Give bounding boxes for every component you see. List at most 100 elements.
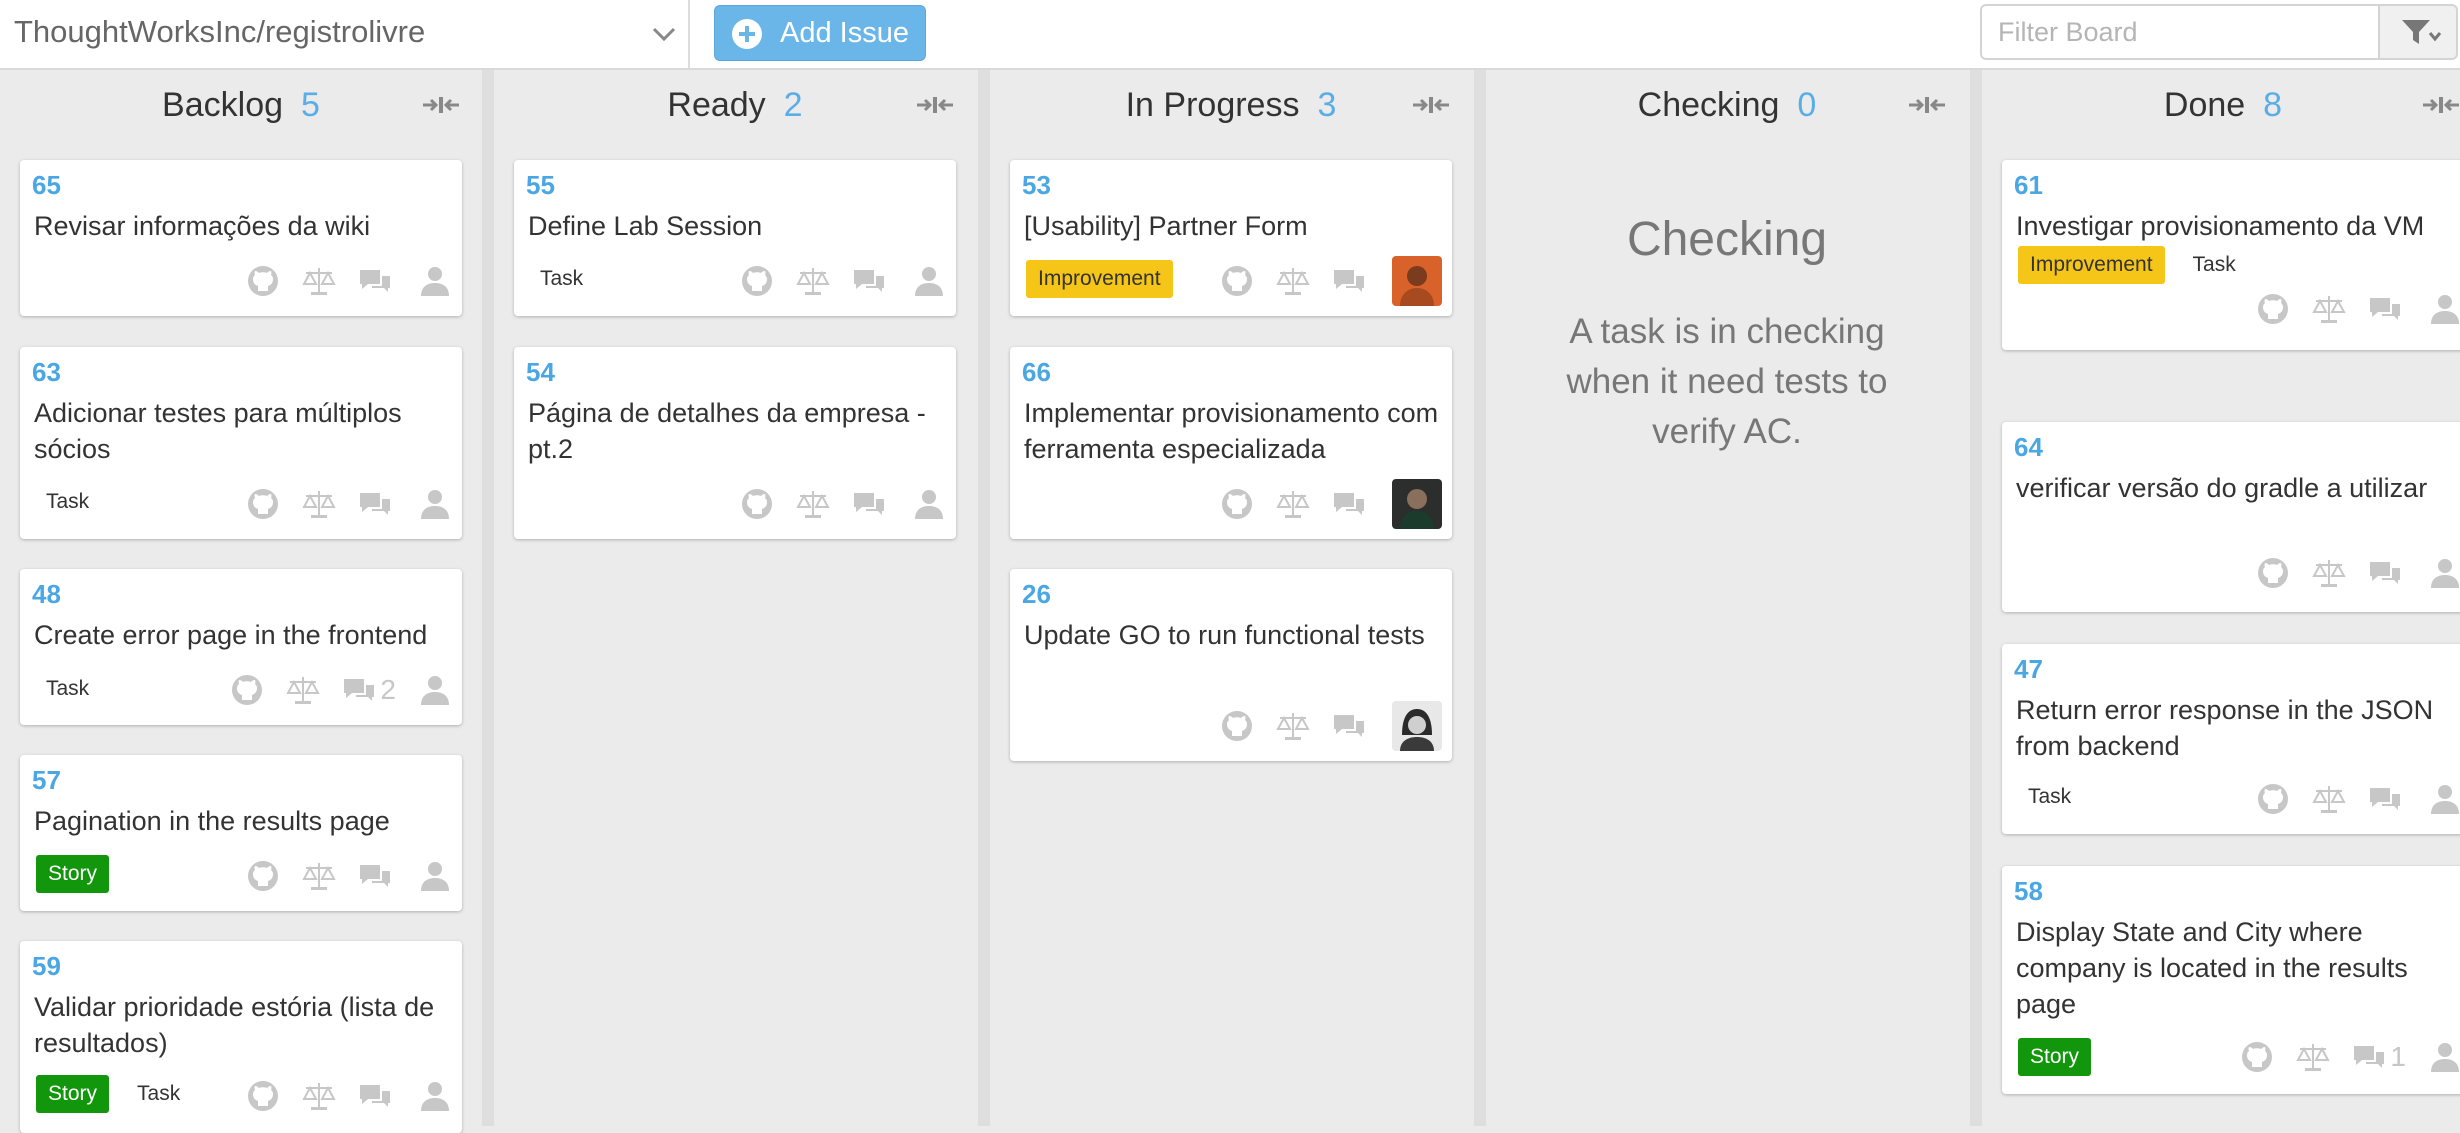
issue-card[interactable]: 57 Pagination in the results page Story <box>20 755 462 911</box>
github-icon[interactable] <box>230 673 264 707</box>
scales-icon[interactable] <box>2312 782 2346 816</box>
issue-number[interactable]: 26 <box>1022 579 1051 610</box>
collapse-icon[interactable] <box>1908 94 1946 116</box>
label-task[interactable]: Task <box>127 1075 190 1113</box>
user-icon[interactable] <box>418 487 452 521</box>
issue-number[interactable]: 63 <box>32 357 61 388</box>
github-icon[interactable] <box>740 487 774 521</box>
user-icon[interactable] <box>2428 556 2460 590</box>
label-story[interactable]: Story <box>36 855 110 893</box>
add-issue-button[interactable]: Add Issue <box>714 5 926 61</box>
scales-icon[interactable] <box>1276 709 1310 743</box>
github-icon[interactable] <box>246 264 280 298</box>
issue-card[interactable]: 54 Página de detalhes da empresa - pt.2 <box>514 347 956 539</box>
issue-card[interactable]: 64 verificar versão do gradle a utilizar <box>2002 422 2460 612</box>
scales-icon[interactable] <box>302 264 336 298</box>
issue-card[interactable]: 48 Create error page in the frontend Tas… <box>20 569 462 725</box>
issue-card[interactable]: 55 Define Lab Session Task <box>514 160 956 316</box>
scales-icon[interactable] <box>286 673 321 707</box>
user-icon[interactable] <box>418 859 452 893</box>
comments[interactable]: 2 <box>342 673 396 707</box>
issue-card[interactable]: 65 Revisar informações da wiki <box>20 160 462 316</box>
issue-number[interactable]: 53 <box>1022 170 1051 201</box>
comments[interactable] <box>852 264 890 298</box>
comments[interactable] <box>358 1079 396 1113</box>
filter-board-input[interactable] <box>1980 4 2380 60</box>
label-task[interactable]: Task <box>530 260 593 298</box>
scales-icon[interactable] <box>1276 487 1310 521</box>
issue-number[interactable]: 54 <box>526 357 555 388</box>
github-icon[interactable] <box>1220 709 1254 743</box>
comments[interactable] <box>2368 556 2406 590</box>
label-improvement[interactable]: Improvement <box>1026 260 1173 298</box>
comments[interactable] <box>1332 487 1370 521</box>
user-icon[interactable] <box>912 264 946 298</box>
collapse-icon[interactable] <box>916 94 954 116</box>
comments[interactable] <box>358 487 396 521</box>
assignee-avatar[interactable] <box>1392 479 1442 529</box>
user-icon[interactable] <box>418 1079 452 1113</box>
user-icon[interactable] <box>2428 1040 2460 1074</box>
issue-number[interactable]: 47 <box>2014 654 2043 685</box>
github-icon[interactable] <box>2256 782 2290 816</box>
label-story[interactable]: Story <box>2018 1038 2092 1076</box>
issue-number[interactable]: 59 <box>32 951 61 982</box>
github-icon[interactable] <box>246 1079 280 1113</box>
issue-number[interactable]: 66 <box>1022 357 1051 388</box>
label-task[interactable]: Task <box>2018 778 2081 816</box>
github-icon[interactable] <box>1220 264 1254 298</box>
scales-icon[interactable] <box>796 487 830 521</box>
github-icon[interactable] <box>246 859 280 893</box>
issue-card[interactable]: 47 Return error response in the JSON fro… <box>2002 644 2460 834</box>
comments[interactable] <box>852 487 890 521</box>
comments[interactable] <box>358 264 396 298</box>
label-story[interactable]: Story <box>36 1075 110 1113</box>
github-icon[interactable] <box>1220 487 1254 521</box>
comments[interactable] <box>2368 292 2406 326</box>
collapse-icon[interactable] <box>2422 94 2460 116</box>
issue-number[interactable]: 58 <box>2014 876 2043 907</box>
scales-icon[interactable] <box>302 1079 336 1113</box>
scales-icon[interactable] <box>2312 556 2346 590</box>
comments[interactable] <box>2368 782 2406 816</box>
label-improvement[interactable]: Improvement <box>2018 246 2165 284</box>
comments[interactable]: 1 <box>2352 1040 2406 1074</box>
repo-selector[interactable]: ThoughtWorksInc/registrolivre <box>0 0 690 68</box>
label-task[interactable]: Task <box>36 670 99 708</box>
comments[interactable] <box>358 859 396 893</box>
scales-icon[interactable] <box>302 859 336 893</box>
label-task[interactable]: Task <box>2183 246 2246 284</box>
label-task[interactable]: Task <box>36 483 99 521</box>
github-icon[interactable] <box>2240 1040 2274 1074</box>
issue-card[interactable]: 66 Implementar provisionamento com ferra… <box>1010 347 1452 539</box>
issue-card[interactable]: 63 Adicionar testes para múltiplos sócio… <box>20 347 462 539</box>
issue-number[interactable]: 65 <box>32 170 61 201</box>
issue-number[interactable]: 64 <box>2014 432 2043 463</box>
user-icon[interactable] <box>418 264 452 298</box>
user-icon[interactable] <box>418 673 452 707</box>
collapse-icon[interactable] <box>422 94 460 116</box>
scales-icon[interactable] <box>2312 292 2346 326</box>
comments[interactable] <box>1332 709 1370 743</box>
github-icon[interactable] <box>246 487 280 521</box>
issue-number[interactable]: 61 <box>2014 170 2043 201</box>
scales-icon[interactable] <box>1276 264 1310 298</box>
issue-card[interactable]: 61 Investigar provisionamento da VM Impr… <box>2002 160 2460 350</box>
assignee-avatar[interactable] <box>1392 701 1442 751</box>
user-icon[interactable] <box>2428 292 2460 326</box>
filter-button[interactable] <box>2378 4 2458 60</box>
user-icon[interactable] <box>2428 782 2460 816</box>
issue-card[interactable]: 26 Update GO to run functional tests <box>1010 569 1452 761</box>
github-icon[interactable] <box>2256 556 2290 590</box>
issue-card[interactable]: 53 [Usability] Partner Form Improvement <box>1010 160 1452 316</box>
collapse-icon[interactable] <box>1412 94 1450 116</box>
issue-number[interactable]: 57 <box>32 765 61 796</box>
github-icon[interactable] <box>2256 292 2290 326</box>
issue-number[interactable]: 55 <box>526 170 555 201</box>
comments[interactable] <box>1332 264 1370 298</box>
issue-card[interactable]: 58 Display State and City where company … <box>2002 866 2460 1094</box>
scales-icon[interactable] <box>2296 1040 2331 1074</box>
github-icon[interactable] <box>740 264 774 298</box>
assignee-avatar[interactable] <box>1392 256 1442 306</box>
issue-number[interactable]: 48 <box>32 579 61 610</box>
